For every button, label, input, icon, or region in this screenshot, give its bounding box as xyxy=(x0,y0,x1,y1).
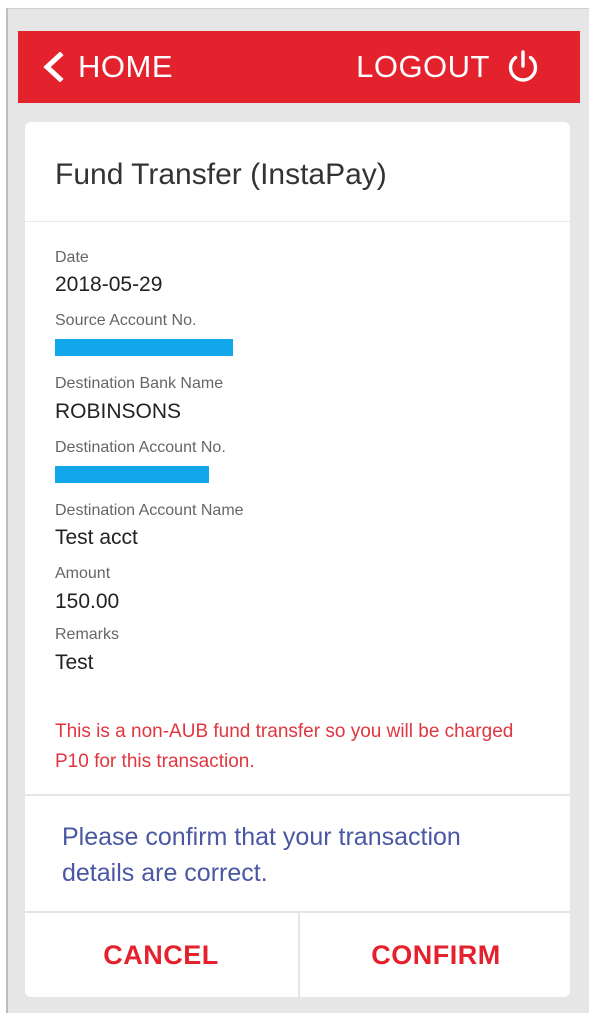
destination-account-redacted xyxy=(55,466,209,483)
remarks-value: Test xyxy=(55,651,94,674)
source-account-label: Source Account No. xyxy=(55,312,197,329)
amount-label: Amount xyxy=(55,565,111,582)
source-account-redacted xyxy=(55,339,233,356)
home-label: HOME xyxy=(78,49,173,84)
destination-account-label: Destination Account No. xyxy=(55,439,226,456)
page-title: Fund Transfer (InstaPay) xyxy=(55,158,387,191)
cancel-button[interactable]: CANCEL xyxy=(25,913,297,997)
confirm-button[interactable]: CONFIRM xyxy=(298,913,572,997)
destination-bank-value: ROBINSONS xyxy=(55,400,182,423)
title-divider xyxy=(25,221,570,222)
logout-button[interactable]: LOGOUT xyxy=(356,49,540,85)
date-label: Date xyxy=(55,249,89,266)
confirmation-message: Please confirm that your transaction det… xyxy=(62,823,461,887)
destination-bank-label: Destination Bank Name xyxy=(55,375,224,392)
home-button[interactable]: HOME xyxy=(42,49,173,85)
power-icon xyxy=(508,50,538,82)
transfer-summary-card: Fund Transfer (InstaPay) Date 2018-05-29… xyxy=(25,122,570,997)
amount-value: 150.00 xyxy=(55,590,120,613)
remarks-label: Remarks xyxy=(55,626,120,643)
top-bar: HOME LOGOUT xyxy=(18,31,580,103)
section-divider xyxy=(25,794,570,796)
destination-name-value: Test acct xyxy=(55,526,138,549)
fee-warning: This is a non-AUB fund transfer so you w… xyxy=(55,721,514,772)
destination-name-label: Destination Account Name xyxy=(55,502,244,519)
logout-label: LOGOUT xyxy=(356,49,490,84)
date-value: 2018-05-29 xyxy=(55,273,163,296)
chevron-left-icon xyxy=(43,52,64,82)
